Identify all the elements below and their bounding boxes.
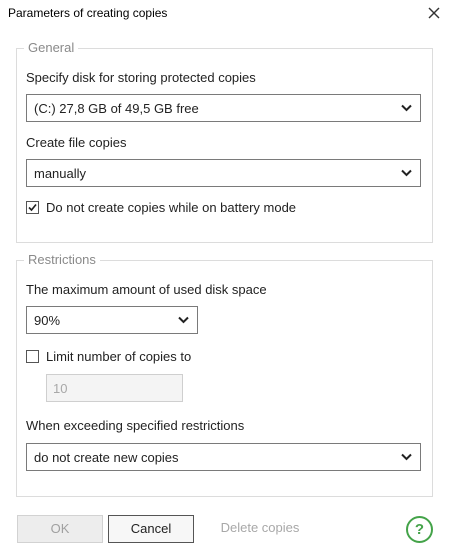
exceed-action-select[interactable]: do not create new copies xyxy=(26,443,421,471)
close-button[interactable] xyxy=(424,3,444,23)
delete-copies-button[interactable]: Delete copies xyxy=(214,515,306,543)
disk-label: Specify disk for storing protected copie… xyxy=(26,70,256,85)
chevron-down-icon xyxy=(401,453,412,461)
general-legend: General xyxy=(24,40,79,55)
disk-select[interactable]: (C:) 27,8 GB of 49,5 GB free xyxy=(26,94,421,122)
help-icon: ? xyxy=(414,521,425,538)
exceed-label: When exceeding specified restrictions xyxy=(26,418,245,433)
ok-button[interactable]: OK xyxy=(17,515,103,543)
window-title: Parameters of creating copies xyxy=(8,6,168,20)
disk-select-value: (C:) 27,8 GB of 49,5 GB free xyxy=(34,101,199,116)
limit-copies-label[interactable]: Limit number of copies to xyxy=(46,349,191,364)
max-disk-space-value: 90% xyxy=(34,313,61,328)
chevron-down-icon xyxy=(401,104,412,112)
create-copies-value: manually xyxy=(34,166,87,181)
cancel-button[interactable]: Cancel xyxy=(108,515,194,543)
battery-label[interactable]: Do not create copies while on battery mo… xyxy=(46,200,296,215)
create-copies-label: Create file copies xyxy=(26,135,127,150)
max-disk-space-label: The maximum amount of used disk space xyxy=(26,282,267,297)
create-copies-select[interactable]: manually xyxy=(26,159,421,187)
close-icon xyxy=(428,7,440,19)
limit-copies-checkbox[interactable] xyxy=(26,350,39,363)
help-button[interactable]: ? xyxy=(406,516,433,543)
max-disk-space-select[interactable]: 90% xyxy=(26,306,198,334)
restrictions-legend: Restrictions xyxy=(24,252,100,267)
chevron-down-icon xyxy=(178,316,189,324)
exceed-action-value: do not create new copies xyxy=(34,450,179,465)
battery-checkbox[interactable] xyxy=(26,201,39,214)
limit-copies-input[interactable]: 10 xyxy=(46,374,183,402)
checkmark-icon xyxy=(28,203,37,212)
limit-copies-value: 10 xyxy=(53,381,68,396)
chevron-down-icon xyxy=(401,169,412,177)
